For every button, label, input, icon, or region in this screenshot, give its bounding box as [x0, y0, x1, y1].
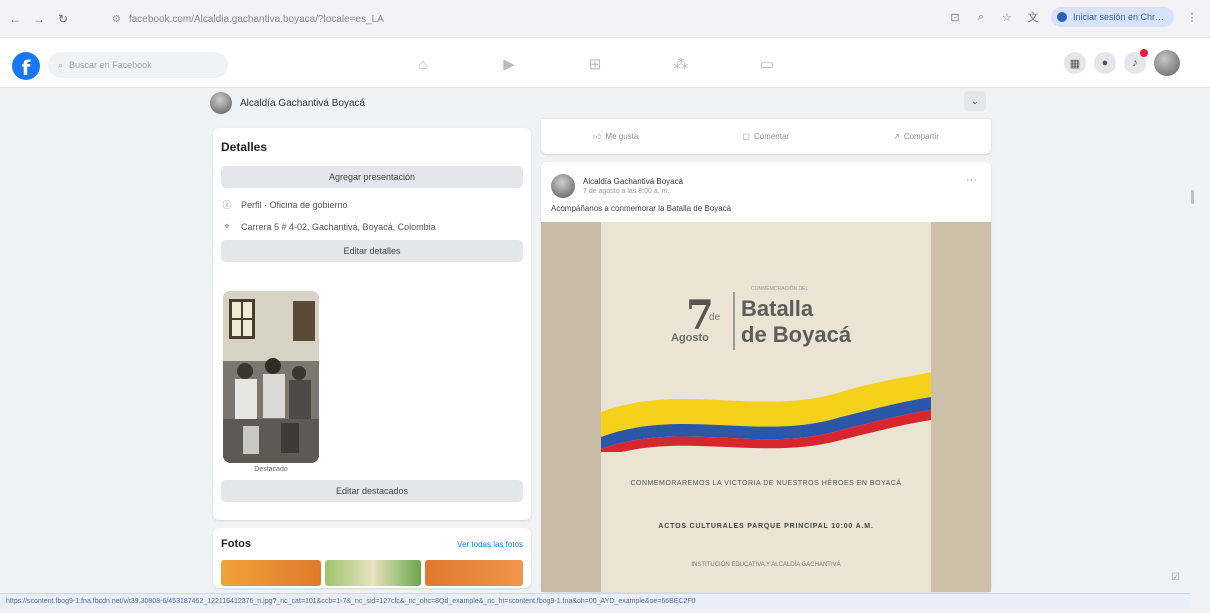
details-card: Detalles Agregar presentación ⓘ Perfil ·… [213, 128, 531, 520]
edit-details-button[interactable]: Editar detalles [221, 240, 523, 262]
post-author[interactable]: Alcaldía Gachantivá Boyacá [583, 177, 683, 186]
featured-label: Destacado [254, 466, 288, 473]
location-row: ⌖ Carrera 5 # 4-02, Gachantivá, Boyacá, … [221, 221, 523, 232]
profile-type-row: ⓘ Perfil · Oficina de gobierno [221, 198, 523, 211]
profile-dot-icon [1056, 12, 1067, 22]
profile-name-strip: Alcaldía Gachantivá Boyacá ⌄ [210, 88, 1000, 118]
colombia-flag-wave [601, 372, 931, 452]
left-column: Detalles Agregar presentación ⓘ Perfil ·… [213, 128, 531, 588]
browser-toolbar: ← → ↻ ⚙ facebook.com/Alcaldia.gachantiva… [0, 0, 1210, 38]
address-bar[interactable]: ⚙ facebook.com/Alcaldia.gachantiva.boyac… [112, 9, 872, 29]
notification-badge [1140, 49, 1148, 57]
comment-icon: ▢ [742, 132, 750, 141]
location-text: Carrera 5 # 4-02, Gachantivá, Boyacá, Co… [241, 221, 436, 232]
facebook-search-input[interactable]: ⌕ Buscar en Facebook [48, 52, 228, 78]
poster-background-left [541, 222, 601, 592]
add-presentation-button[interactable]: Agregar presentación [221, 166, 523, 188]
like-button[interactable]: 👍︎ Me gusta [593, 132, 638, 142]
photo-thumbnail[interactable] [425, 560, 523, 586]
poster-title-line1: Batalla [741, 296, 814, 321]
post-header: Alcaldía Gachantivá Boyacá 7 de agosto a… [541, 162, 991, 204]
like-label: Me gusta [605, 132, 639, 141]
post-text: Acompáñanos a conmemorar la Batalla de B… [551, 204, 732, 213]
reload-icon[interactable]: ↻ [54, 10, 72, 28]
post-date[interactable]: 7 de agosto a las 8:00 a. m. [583, 188, 683, 195]
profile-button-label: Iniciar sesión en Chr… [1072, 12, 1164, 22]
post-options-icon[interactable]: ··· [966, 174, 977, 186]
kebab-menu-icon[interactable]: ⋮ [1184, 9, 1200, 25]
photos-title: Fotos [221, 538, 251, 550]
search-icon: ⌕ [58, 59, 64, 70]
messenger-icon[interactable]: ● [1094, 52, 1116, 74]
facebook-logo-icon[interactable]: f [12, 52, 40, 80]
photo-thumbnail[interactable] [221, 560, 321, 586]
account-avatar[interactable] [1154, 50, 1180, 76]
forward-icon[interactable]: → [30, 10, 48, 28]
status-bar: https://scontent.fbog9-1.fna.fbcdn.net/v… [0, 593, 1190, 609]
poster-de: de [709, 312, 721, 323]
poster-divider [733, 292, 735, 350]
poster-kicker: CONMEMORACIÓN DEL [751, 286, 809, 292]
url-text: facebook.com/Alcaldia.gachantiva.boyaca/… [128, 13, 384, 25]
translate-icon[interactable]: 文 [1025, 9, 1041, 25]
comment-label: Comentar [753, 132, 790, 141]
profile-avatar[interactable] [210, 92, 232, 114]
right-column: 👍︎ Me gusta ▢ Comentar ↗ Compartir Alcal… [541, 118, 991, 592]
photo-thumbnails [221, 560, 523, 586]
install-icon[interactable]: ⊡ [947, 9, 963, 25]
share-label: Compartir [903, 132, 939, 141]
share-icon: ↗ [893, 132, 900, 141]
poster-line2: ACTOS CULTURALES PARQUE PRINCIPAL 10:00 … [658, 523, 874, 530]
post-author-avatar[interactable] [551, 174, 575, 198]
chrome-profile-button[interactable]: Iniciar sesión en Chr… [1050, 7, 1174, 27]
previous-post-actions: 👍︎ Me gusta ▢ Comentar ↗ Compartir [541, 118, 991, 154]
zoom-icon[interactable]: ⌕ [973, 9, 989, 25]
checkbox-icon[interactable]: ☑ [1171, 572, 1180, 583]
notifications-bell-icon[interactable]: ♪ [1124, 49, 1148, 74]
menu-grid-icon[interactable]: ▦ [1064, 52, 1086, 74]
status-url: https://scontent.fbog9-1.fna.fbcdn.net/v… [6, 598, 696, 605]
featured-photo [223, 291, 319, 463]
thumbs-up-icon: 👍︎ [593, 131, 602, 141]
bookmark-star-icon[interactable]: ☆ [999, 9, 1015, 25]
poster-line1: CONMEMORAREMOS LA VICTORIA DE NUESTROS H… [630, 480, 902, 487]
photo-thumbnail[interactable] [325, 560, 421, 586]
back-icon[interactable]: ← [6, 10, 24, 28]
share-button[interactable]: ↗ Compartir [893, 132, 939, 141]
post-card: Alcaldía Gachantivá Boyacá 7 de agosto a… [541, 162, 991, 592]
chevron-down-icon[interactable]: ⌄ [964, 91, 986, 111]
photos-card: Fotos Ver todas las fotos [213, 528, 531, 588]
batalla-boyaca-poster: CONMEMORACIÓN DEL 7 de Agosto Batalla de… [601, 222, 931, 592]
poster-line3: INSTITUCIÓN EDUCATIVA Y ALCALDÍA GACHANT… [691, 562, 841, 568]
search-placeholder: Buscar en Facebook [69, 60, 152, 70]
facebook-main-nav: ⌂ ▶ ⊞ ⁂ ▭ [380, 48, 810, 80]
details-title: Detalles [221, 140, 268, 154]
featured-story-thumbnail[interactable] [223, 291, 319, 463]
home-icon[interactable]: ⌂ [380, 48, 466, 80]
video-icon[interactable]: ▶ [466, 48, 552, 80]
location-pin-icon: ⌖ [224, 221, 230, 231]
poster-background-right [931, 222, 991, 592]
page-scrollbar[interactable] [1191, 190, 1194, 204]
gaming-icon[interactable]: ▭ [724, 48, 810, 80]
profile-type-text: Perfil · Oficina de gobierno [241, 199, 348, 210]
comment-button[interactable]: ▢ Comentar [742, 132, 789, 141]
see-all-photos-link[interactable]: Ver todas las fotos [457, 540, 523, 549]
marketplace-icon[interactable]: ⊞ [552, 48, 638, 80]
edit-featured-button[interactable]: Editar destacados [221, 480, 523, 502]
facebook-header: f ⌕ Buscar en Facebook ⌂ ▶ ⊞ ⁂ ▭ ▦ ● ♪ [0, 38, 1210, 88]
groups-icon[interactable]: ⁂ [638, 48, 724, 80]
post-image[interactable]: CONMEMORACIÓN DEL 7 de Agosto Batalla de… [541, 222, 991, 592]
profile-name[interactable]: Alcaldía Gachantivá Boyacá [240, 98, 365, 109]
poster-month: Agosto [671, 332, 709, 344]
site-info-icon[interactable]: ⚙ [112, 14, 121, 25]
info-icon: ⓘ [222, 200, 232, 210]
poster-title-line2: de Boyacá [741, 322, 852, 347]
